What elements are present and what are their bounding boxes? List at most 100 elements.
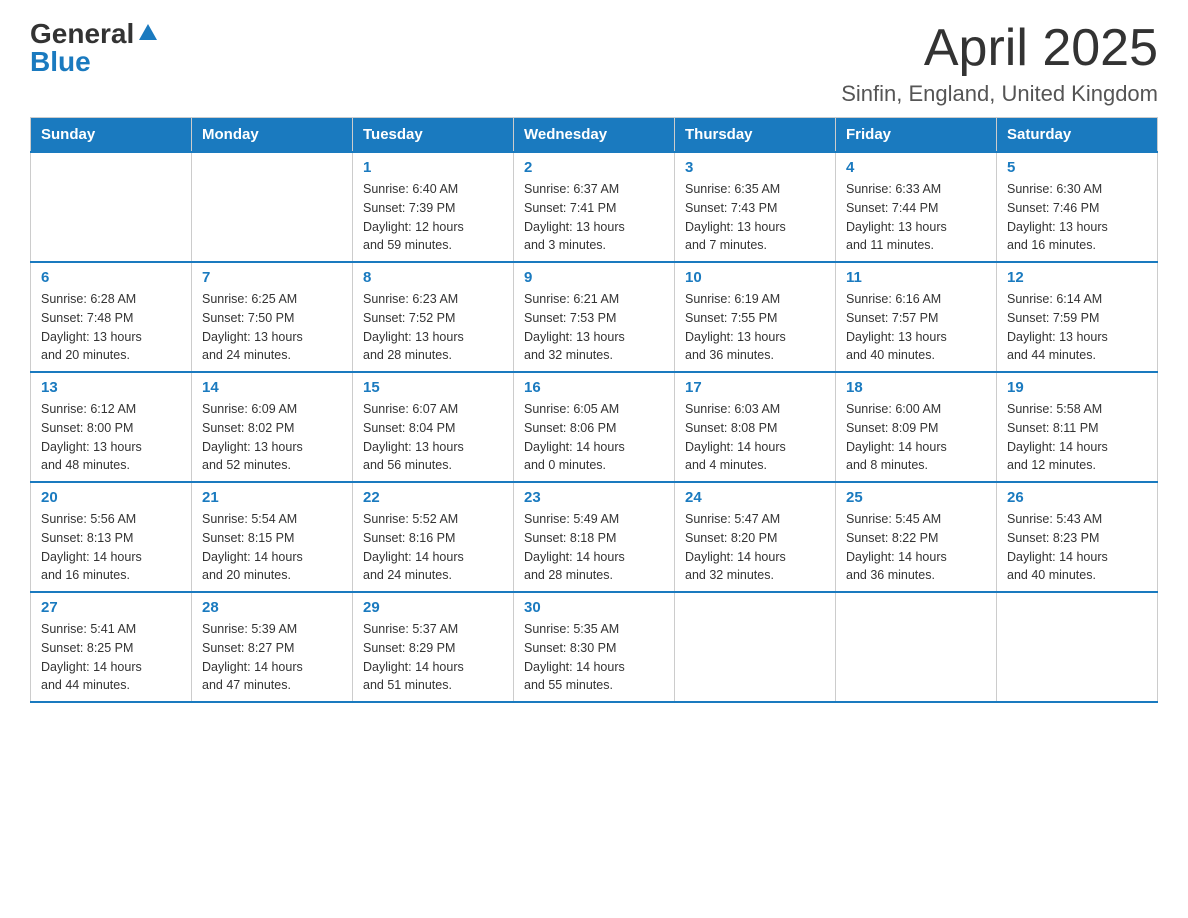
calendar-day-cell: 11 Sunrise: 6:16 AM Sunset: 7:57 PM Dayli… — [836, 262, 997, 372]
calendar-day-cell: 8Sunrise: 6:23 AM Sunset: 7:52 PM Daylig… — [353, 262, 514, 372]
day-info: Sunrise: 6:37 AM Sunset: 7:41 PM Dayligh… — [524, 180, 664, 255]
day-number: 29 — [363, 599, 503, 616]
calendar-day-cell: 16 Sunrise: 6:05 AM Sunset: 8:06 PM Dayli… — [514, 372, 675, 482]
day-info: Sunrise: 6:12 AM Sunset: 8:00 PM Dayligh… — [41, 400, 181, 475]
calendar-day-cell: 22Sunrise: 5:52 AM Sunset: 8:16 PM Dayli… — [353, 482, 514, 592]
day-number: 16 — [524, 379, 664, 396]
day-number: 23 — [524, 489, 664, 506]
calendar-week-row: 27Sunrise: 5:41 AM Sunset: 8:25 PM Dayli… — [31, 592, 1158, 702]
day-number: 26 — [1007, 489, 1147, 506]
day-number: 13 — [41, 379, 181, 396]
calendar-header-cell: Monday — [192, 118, 353, 153]
day-info: Sunrise: 5:45 AM Sunset: 8:22 PM Dayligh… — [846, 510, 986, 585]
calendar-day-cell: 14 Sunrise: 6:09 AM Sunset: 8:02 PM Dayli… — [192, 372, 353, 482]
calendar-day-cell: 28Sunrise: 5:39 AM Sunset: 8:27 PM Dayli… — [192, 592, 353, 702]
day-number: 30 — [524, 599, 664, 616]
calendar-day-cell: 30 Sunrise: 5:35 AM Sunset: 8:30 PM Dayli… — [514, 592, 675, 702]
day-info: Sunrise: 5:56 AM Sunset: 8:13 PM Dayligh… — [41, 510, 181, 585]
calendar-day-cell — [675, 592, 836, 702]
calendar-header-cell: Wednesday — [514, 118, 675, 153]
day-info: Sunrise: 6:07 AM Sunset: 8:04 PM Dayligh… — [363, 400, 503, 475]
day-info: Sunrise: 6:03 AM Sunset: 8:08 PM Dayligh… — [685, 400, 825, 475]
calendar-header-cell: Thursday — [675, 118, 836, 153]
calendar-day-cell — [836, 592, 997, 702]
day-number: 11 — [846, 269, 986, 286]
calendar-day-cell — [192, 152, 353, 262]
day-info: Sunrise: 6:30 AM Sunset: 7:46 PM Dayligh… — [1007, 180, 1147, 255]
calendar-day-cell: 17 Sunrise: 6:03 AM Sunset: 8:08 PM Dayli… — [675, 372, 836, 482]
calendar-week-row: 6 Sunrise: 6:28 AM Sunset: 7:48 PM Daylig… — [31, 262, 1158, 372]
calendar-day-cell: 20 Sunrise: 5:56 AM Sunset: 8:13 PM Dayli… — [31, 482, 192, 592]
calendar-day-cell — [31, 152, 192, 262]
calendar-day-cell: 19Sunrise: 5:58 AM Sunset: 8:11 PM Dayli… — [997, 372, 1158, 482]
day-number: 6 — [41, 269, 181, 286]
day-number: 18 — [846, 379, 986, 396]
day-number: 21 — [202, 489, 342, 506]
calendar-day-cell: 5 Sunrise: 6:30 AM Sunset: 7:46 PM Daylig… — [997, 152, 1158, 262]
calendar-day-cell: 18 Sunrise: 6:00 AM Sunset: 8:09 PM Dayli… — [836, 372, 997, 482]
day-number: 27 — [41, 599, 181, 616]
logo-general-text: General — [30, 20, 134, 48]
calendar-header: SundayMondayTuesdayWednesdayThursdayFrid… — [31, 118, 1158, 153]
day-number: 15 — [363, 379, 503, 396]
calendar-day-cell: 29 Sunrise: 5:37 AM Sunset: 8:29 PM Dayli… — [353, 592, 514, 702]
day-info: Sunrise: 5:37 AM Sunset: 8:29 PM Dayligh… — [363, 620, 503, 695]
day-number: 22 — [363, 489, 503, 506]
day-info: Sunrise: 6:21 AM Sunset: 7:53 PM Dayligh… — [524, 290, 664, 365]
calendar-week-row: 20 Sunrise: 5:56 AM Sunset: 8:13 PM Dayli… — [31, 482, 1158, 592]
calendar-day-cell: 26 Sunrise: 5:43 AM Sunset: 8:23 PM Dayli… — [997, 482, 1158, 592]
day-number: 24 — [685, 489, 825, 506]
day-info: Sunrise: 5:54 AM Sunset: 8:15 PM Dayligh… — [202, 510, 342, 585]
calendar-header-cell: Tuesday — [353, 118, 514, 153]
calendar-day-cell: 10Sunrise: 6:19 AM Sunset: 7:55 PM Dayli… — [675, 262, 836, 372]
calendar-day-cell: 23 Sunrise: 5:49 AM Sunset: 8:18 PM Dayli… — [514, 482, 675, 592]
day-info: Sunrise: 5:58 AM Sunset: 8:11 PM Dayligh… — [1007, 400, 1147, 475]
calendar-day-cell: 27Sunrise: 5:41 AM Sunset: 8:25 PM Dayli… — [31, 592, 192, 702]
day-number: 10 — [685, 269, 825, 286]
month-title: April 2025 — [841, 20, 1158, 77]
day-number: 20 — [41, 489, 181, 506]
day-number: 9 — [524, 269, 664, 286]
logo-triangle-icon — [139, 24, 157, 40]
day-number: 14 — [202, 379, 342, 396]
day-info: Sunrise: 6:14 AM Sunset: 7:59 PM Dayligh… — [1007, 290, 1147, 365]
day-number: 17 — [685, 379, 825, 396]
day-info: Sunrise: 5:35 AM Sunset: 8:30 PM Dayligh… — [524, 620, 664, 695]
day-info: Sunrise: 6:28 AM Sunset: 7:48 PM Dayligh… — [41, 290, 181, 365]
calendar-day-cell: 7 Sunrise: 6:25 AM Sunset: 7:50 PM Daylig… — [192, 262, 353, 372]
calendar-day-cell: 25Sunrise: 5:45 AM Sunset: 8:22 PM Dayli… — [836, 482, 997, 592]
day-number: 28 — [202, 599, 342, 616]
day-info: Sunrise: 5:49 AM Sunset: 8:18 PM Dayligh… — [524, 510, 664, 585]
day-info: Sunrise: 6:05 AM Sunset: 8:06 PM Dayligh… — [524, 400, 664, 475]
day-info: Sunrise: 6:09 AM Sunset: 8:02 PM Dayligh… — [202, 400, 342, 475]
page-header: General Blue April 2025 Sinfin, England,… — [30, 20, 1158, 107]
day-info: Sunrise: 5:47 AM Sunset: 8:20 PM Dayligh… — [685, 510, 825, 585]
calendar-day-cell: 13 Sunrise: 6:12 AM Sunset: 8:00 PM Dayli… — [31, 372, 192, 482]
calendar-day-cell: 12 Sunrise: 6:14 AM Sunset: 7:59 PM Dayli… — [997, 262, 1158, 372]
day-info: Sunrise: 6:23 AM Sunset: 7:52 PM Dayligh… — [363, 290, 503, 365]
day-number: 2 — [524, 159, 664, 176]
day-number: 1 — [363, 159, 503, 176]
day-number: 4 — [846, 159, 986, 176]
calendar-header-cell: Saturday — [997, 118, 1158, 153]
logo-blue-text: Blue — [30, 48, 91, 76]
day-info: Sunrise: 6:00 AM Sunset: 8:09 PM Dayligh… — [846, 400, 986, 475]
day-number: 5 — [1007, 159, 1147, 176]
day-info: Sunrise: 6:35 AM Sunset: 7:43 PM Dayligh… — [685, 180, 825, 255]
day-info: Sunrise: 5:43 AM Sunset: 8:23 PM Dayligh… — [1007, 510, 1147, 585]
calendar-day-cell: 1Sunrise: 6:40 AM Sunset: 7:39 PM Daylig… — [353, 152, 514, 262]
calendar-day-cell: 9 Sunrise: 6:21 AM Sunset: 7:53 PM Daylig… — [514, 262, 675, 372]
day-info: Sunrise: 6:16 AM Sunset: 7:57 PM Dayligh… — [846, 290, 986, 365]
day-number: 12 — [1007, 269, 1147, 286]
calendar-day-cell: 6 Sunrise: 6:28 AM Sunset: 7:48 PM Daylig… — [31, 262, 192, 372]
calendar-table: SundayMondayTuesdayWednesdayThursdayFrid… — [30, 117, 1158, 703]
calendar-day-cell: 24 Sunrise: 5:47 AM Sunset: 8:20 PM Dayli… — [675, 482, 836, 592]
day-info: Sunrise: 6:25 AM Sunset: 7:50 PM Dayligh… — [202, 290, 342, 365]
calendar-day-cell — [997, 592, 1158, 702]
calendar-header-cell: Sunday — [31, 118, 192, 153]
day-info: Sunrise: 6:33 AM Sunset: 7:44 PM Dayligh… — [846, 180, 986, 255]
calendar-body: 1Sunrise: 6:40 AM Sunset: 7:39 PM Daylig… — [31, 152, 1158, 702]
logo: General Blue — [30, 20, 157, 76]
calendar-day-cell: 2 Sunrise: 6:37 AM Sunset: 7:41 PM Daylig… — [514, 152, 675, 262]
day-number: 7 — [202, 269, 342, 286]
